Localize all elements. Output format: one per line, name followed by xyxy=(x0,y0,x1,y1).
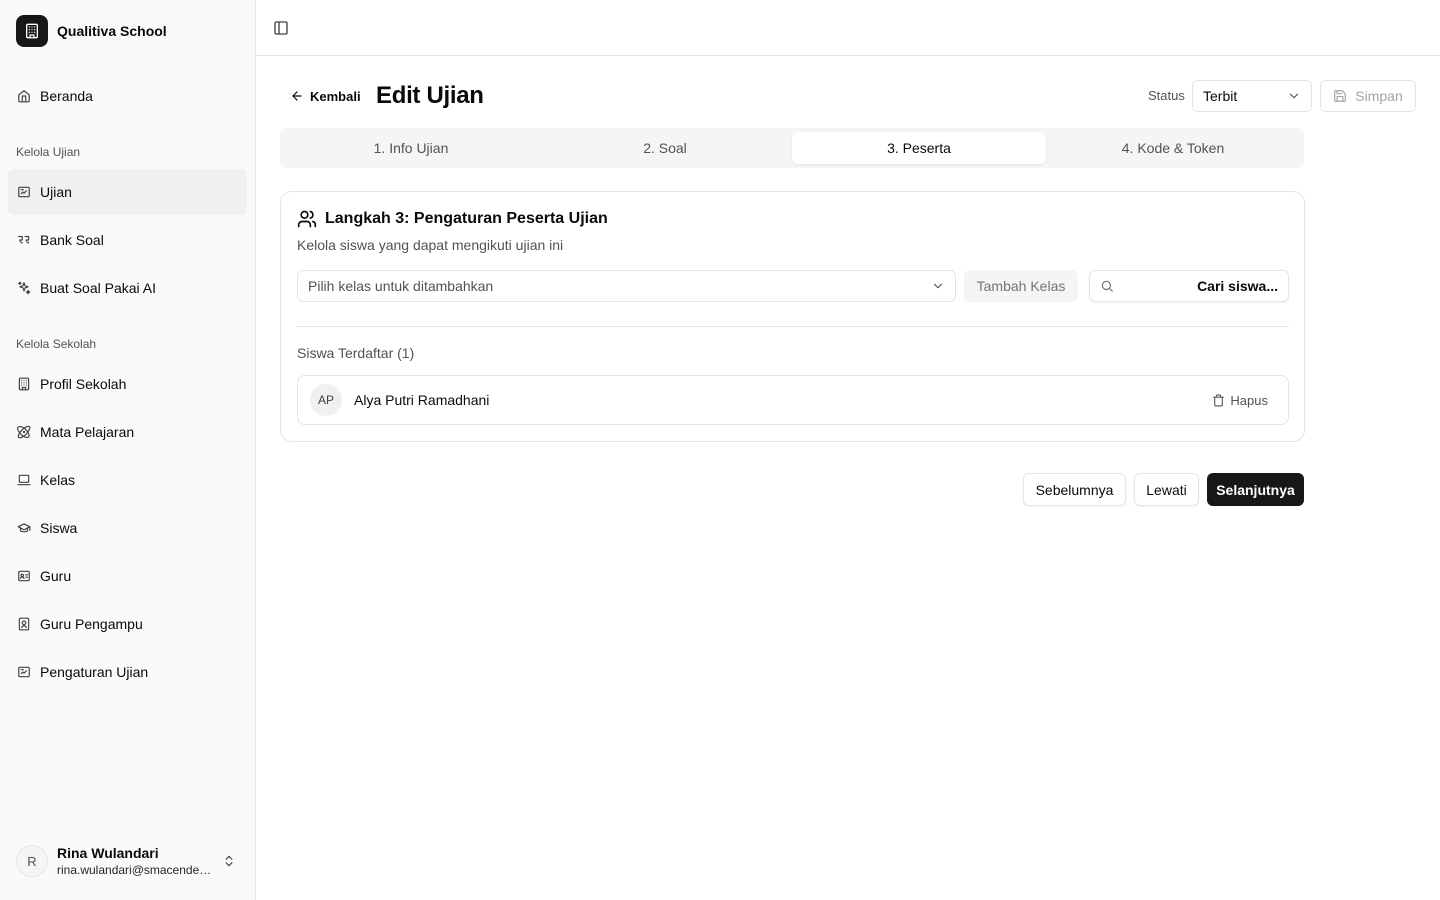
page-title: Edit Ujian xyxy=(376,82,484,109)
card-description: Kelola siswa yang dapat mengikuti ujian … xyxy=(297,237,564,253)
search-input[interactable] xyxy=(1122,278,1278,294)
sidebar-item-label: Bank Soal xyxy=(40,232,104,248)
student-name: Alya Putri Ramadhani xyxy=(354,392,490,408)
sidebar-section-exam: Kelola Ujian xyxy=(16,145,81,159)
back-label: Kembali xyxy=(310,88,361,104)
card-title: Langkah 3: Pengaturan Peserta Ujian xyxy=(297,209,608,229)
list-item: AP Alya Putri Ramadhani Hapus xyxy=(297,375,1289,425)
sidebar-item-profil-sekolah[interactable]: Profil Sekolah xyxy=(8,361,247,407)
atom-icon xyxy=(17,425,31,439)
sidebar-item-label: Ujian xyxy=(40,184,72,200)
student-search xyxy=(1089,270,1289,302)
sparkles-icon xyxy=(17,281,31,295)
status-label: Status xyxy=(1148,88,1185,103)
sidebar: Qualitiva School Beranda Kelola Ujian Uj… xyxy=(0,0,256,900)
sidebar-item-label: Beranda xyxy=(40,88,93,104)
building-icon xyxy=(17,377,31,391)
tab-peserta[interactable]: 3. Peserta xyxy=(792,132,1046,164)
laptop-icon xyxy=(17,473,31,487)
delete-label: Hapus xyxy=(1230,392,1268,408)
sidebar-item-label: Kelas xyxy=(40,472,76,488)
sidebar-item-beranda[interactable]: Beranda xyxy=(8,73,247,119)
sidebar-item-label: Mata Pelajaran xyxy=(40,424,135,440)
id-card-icon xyxy=(17,569,31,583)
sidebar-item-guru[interactable]: Guru xyxy=(8,553,247,599)
delete-student-button[interactable]: Hapus xyxy=(1204,389,1276,412)
class-select-placeholder: Pilih kelas untuk ditambahkan xyxy=(308,278,494,294)
user-info: Rina Wulandari rina.wulandari@smacendeki… xyxy=(57,845,217,878)
chevron-down-icon xyxy=(931,279,945,293)
next-button[interactable]: Selanjutnya xyxy=(1207,473,1304,506)
tab-soal[interactable]: 2. Soal xyxy=(538,132,792,164)
class-select[interactable]: Pilih kelas untuk ditambahkan xyxy=(297,270,956,302)
brand-name: Qualitiva School xyxy=(57,23,167,39)
contact-icon xyxy=(17,617,31,631)
chevrons-up-down-icon xyxy=(222,853,236,869)
quote-icon xyxy=(17,233,31,247)
sidebar-item-kelas[interactable]: Kelas xyxy=(8,457,247,503)
graduation-cap-icon xyxy=(17,521,31,535)
sidebar-item-siswa[interactable]: Siswa xyxy=(8,505,247,551)
user-email: rina.wulandari@smacendekia.sch.id xyxy=(57,862,217,877)
sidebar-item-label: Buat Soal Pakai AI xyxy=(40,280,156,296)
registered-students-title: Siswa Terdaftar (1) xyxy=(297,345,415,361)
sidebar-item-label: Guru xyxy=(40,568,72,584)
student-avatar: AP xyxy=(310,384,342,416)
sidebar-item-label: Guru Pengampu xyxy=(40,616,143,632)
school-building-icon xyxy=(16,15,48,47)
tab-info-ujian[interactable]: 1. Info Ujian xyxy=(284,132,538,164)
card-title-text: Langkah 3: Pengaturan Peserta Ujian xyxy=(325,210,608,227)
user-name: Rina Wulandari xyxy=(57,844,159,861)
save-icon xyxy=(1333,89,1347,103)
sidebar-item-pengaturan-ujian[interactable]: Pengaturan Ujian xyxy=(8,649,247,695)
status-value: Terbit xyxy=(1203,88,1238,104)
tab-kode-token[interactable]: 4. Kode & Token xyxy=(1046,132,1300,164)
divider xyxy=(297,326,1289,327)
step-tabs: 1. Info Ujian 2. Soal 3. Peserta 4. Kode… xyxy=(280,128,1304,168)
arrow-left-icon xyxy=(290,89,304,103)
sidebar-item-label: Profil Sekolah xyxy=(40,376,127,392)
participants-card: Langkah 3: Pengaturan Peserta Ujian Kelo… xyxy=(280,191,1305,442)
sidebar-item-ujian[interactable]: Ujian xyxy=(8,169,247,215)
add-class-button[interactable]: Tambah Kelas xyxy=(964,270,1078,302)
status-select[interactable]: Terbit xyxy=(1192,80,1312,112)
save-button[interactable]: Simpan xyxy=(1320,80,1416,112)
exam-icon xyxy=(17,185,31,199)
brand[interactable]: Qualitiva School xyxy=(16,15,167,47)
sidebar-item-buat-soal-ai[interactable]: Buat Soal Pakai AI xyxy=(8,265,247,311)
exam-settings-icon xyxy=(17,665,31,679)
back-button[interactable]: Kembali xyxy=(290,86,361,106)
user-menu[interactable]: R Rina Wulandari rina.wulandari@smacende… xyxy=(16,843,240,879)
chevron-down-icon xyxy=(1287,89,1301,103)
previous-button[interactable]: Sebelumnya xyxy=(1023,473,1126,506)
sidebar-section-school: Kelola Sekolah xyxy=(16,337,97,351)
sidebar-item-guru-pengampu[interactable]: Guru Pengampu xyxy=(8,601,247,647)
save-label: Simpan xyxy=(1355,88,1403,104)
trash-icon xyxy=(1212,394,1225,407)
sidebar-item-mata-pelajaran[interactable]: Mata Pelajaran xyxy=(8,409,247,455)
avatar: R xyxy=(16,845,48,877)
sidebar-toggle-icon[interactable] xyxy=(273,20,289,36)
home-icon xyxy=(17,89,31,103)
users-icon xyxy=(297,209,317,229)
sidebar-item-bank-soal[interactable]: Bank Soal xyxy=(8,217,247,263)
skip-button[interactable]: Lewati xyxy=(1134,473,1199,506)
sidebar-item-label: Pengaturan Ujian xyxy=(40,664,149,680)
topbar xyxy=(256,0,1440,56)
sidebar-item-label: Siswa xyxy=(40,520,78,536)
search-icon xyxy=(1100,279,1114,293)
